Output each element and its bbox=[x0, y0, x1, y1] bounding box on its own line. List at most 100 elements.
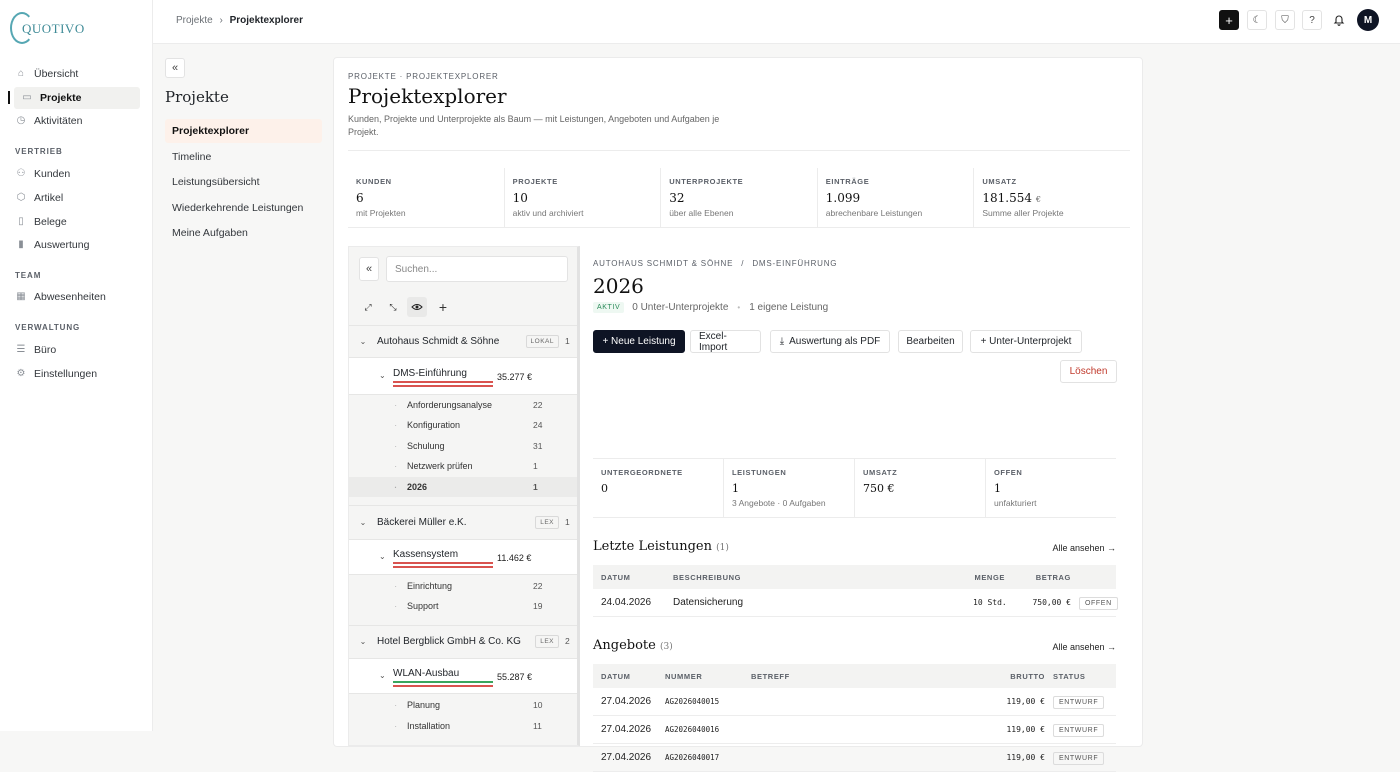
eye-icon bbox=[411, 304, 423, 310]
chevron-down-icon[interactable]: ⌄ bbox=[379, 552, 386, 561]
table-header: DATUM NUMMER BETREFF BRUTTO STATUS bbox=[593, 664, 1116, 688]
source-badge: LOKAL bbox=[525, 334, 559, 348]
chevron-down-icon[interactable]: ⌄ bbox=[349, 337, 377, 346]
chevron-down-icon[interactable]: ⌄ bbox=[379, 671, 386, 680]
tree-project-row[interactable]: ⌄ Kassensystem 11.462 € bbox=[349, 542, 577, 572]
tree-subproject-row[interactable]: · Anforderungsanalyse 22 bbox=[349, 395, 577, 415]
nav-item-auswertung[interactable]: ▮ Auswertung bbox=[8, 234, 140, 256]
download-icon: ⤓ bbox=[779, 336, 785, 347]
breadcrumb-separator: › bbox=[219, 15, 223, 26]
file-icon: ▯ bbox=[18, 216, 24, 227]
help-circle-icon: ? bbox=[1309, 14, 1315, 26]
tree-search-input[interactable] bbox=[386, 256, 568, 282]
status-badge: ENTWURF bbox=[1053, 752, 1105, 765]
nav-item-belege[interactable]: ▯ Belege bbox=[8, 211, 140, 233]
nav-item-uebersicht[interactable]: ⌂ Übersicht bbox=[8, 63, 140, 85]
tree-subproject-row[interactable]: · Schulung 31 bbox=[349, 436, 577, 456]
collapse-tree-button[interactable]: « bbox=[359, 257, 379, 281]
subnav-item-wiederkehrende[interactable]: Wiederkehrende Leistungen bbox=[165, 196, 322, 220]
budget-bar bbox=[393, 381, 493, 383]
status-badge: AKTIV bbox=[593, 302, 625, 313]
status-badge: OFFEN bbox=[1079, 597, 1118, 610]
budget-bar bbox=[393, 562, 493, 564]
table-row[interactable]: 27.04.2026 AG2026040016 119,00 € ENTWURF bbox=[593, 716, 1116, 744]
add-node-button[interactable]: + bbox=[433, 297, 453, 317]
detail-meta: AKTIV 0 Unter-Unterprojekte • 1 eigene L… bbox=[593, 302, 828, 313]
tree-subproject-row[interactable]: · Installation 11 bbox=[349, 716, 577, 736]
plus-icon: + bbox=[1225, 12, 1233, 28]
moon-icon: ☾ bbox=[1252, 14, 1262, 26]
nav-item-abwesenheiten[interactable]: ▦ Abwesenheiten bbox=[8, 286, 140, 308]
subnav-item-meine-aufgaben[interactable]: Meine Aufgaben bbox=[165, 221, 322, 245]
section-title-leistungen: Letzte Leistungen (1) bbox=[593, 539, 729, 554]
chevrons-left-icon: « bbox=[171, 62, 179, 74]
table-row[interactable]: 24.04.2026 Datensicherung 10 Std. 750,00… bbox=[593, 589, 1118, 617]
add-subsubproject-button[interactable]: + Unter-Unterprojekt bbox=[970, 330, 1082, 353]
security-button[interactable]: ⛉ bbox=[1275, 10, 1295, 30]
source-badge: LEX bbox=[535, 634, 559, 648]
expand-icon: ⤢ bbox=[364, 301, 372, 312]
new-leistung-button[interactable]: + Neue Leistung bbox=[593, 330, 685, 353]
user-avatar[interactable]: M bbox=[1357, 9, 1379, 31]
pdf-report-button[interactable]: ⤓ Auswertung als PDF bbox=[770, 330, 890, 353]
breadcrumb: Projekte › Projektexplorer bbox=[176, 15, 303, 26]
nav-item-aktivitaeten[interactable]: ◷ Aktivitäten bbox=[8, 110, 140, 132]
tree-customer-row[interactable]: ⌄ Hotel Bergblick GmbH & Co. KG LEX 2 bbox=[349, 628, 577, 654]
collapse-all-button[interactable]: ⤡ bbox=[383, 297, 403, 317]
help-button[interactable]: ? bbox=[1302, 10, 1322, 30]
theme-toggle-button[interactable]: ☾ bbox=[1247, 10, 1267, 30]
tree-subproject-row[interactable]: · Konfiguration 24 bbox=[349, 415, 577, 435]
stat-projekte: PROJEKTE 10 aktiv und archiviert bbox=[505, 168, 662, 227]
stat-umsatz: UMSATZ 181.554 € Summe aller Projekte bbox=[982, 177, 1064, 218]
subnav-item-timeline[interactable]: Timeline bbox=[165, 145, 322, 169]
chevron-down-icon[interactable]: ⌄ bbox=[349, 518, 377, 527]
table-header: DATUM BESCHREIBUNG MENGE BETRAG bbox=[593, 565, 1116, 589]
tree-project-box: ⌄ Kassensystem 11.462 € bbox=[349, 539, 577, 575]
subnav-item-leistungsuebersicht[interactable]: Leistungsübersicht bbox=[165, 170, 322, 194]
subnav-item-projektexplorer[interactable]: Projektexplorer bbox=[165, 119, 322, 143]
edit-button[interactable]: Bearbeiten bbox=[898, 330, 963, 353]
table-row[interactable]: 27.04.2026 AG2026040017 119,00 € ENTWURF bbox=[593, 744, 1116, 772]
excel-import-button[interactable]: Excel-Import bbox=[690, 330, 761, 353]
table-row[interactable]: 27.04.2026 AG2026040015 119,00 € ENTWURF bbox=[593, 688, 1116, 716]
tree-subproject-row[interactable]: · Netzwerk prüfen 1 bbox=[349, 456, 577, 476]
delete-button[interactable]: Löschen bbox=[1060, 360, 1117, 383]
nav-item-projekte[interactable]: ▭ Projekte bbox=[14, 87, 140, 109]
nav-item-buero[interactable]: ☰ Büro bbox=[8, 339, 140, 361]
status-badge: ENTWURF bbox=[1053, 696, 1105, 709]
tree-customer-row[interactable]: ⌄ Autohaus Schmidt & Söhne LOKAL 1 bbox=[349, 328, 577, 354]
progress-bar bbox=[393, 685, 493, 687]
tree-subproject-row[interactable]: · Planung 10 bbox=[349, 695, 577, 715]
chevron-down-icon[interactable]: ⌄ bbox=[349, 637, 377, 646]
tree-subproject-row-selected[interactable]: · 2026 1 bbox=[349, 477, 577, 497]
tree-subproject-row[interactable]: · Einrichtung 22 bbox=[349, 576, 577, 596]
page-kicker: PROJEKTE · PROJEKTEXPLORER bbox=[348, 72, 499, 81]
chevrons-left-icon: « bbox=[365, 263, 373, 275]
expand-all-button[interactable]: ⤢ bbox=[358, 297, 378, 317]
see-all-leistungen-link[interactable]: Alle ansehen → bbox=[1052, 543, 1116, 553]
nav-item-einstellungen[interactable]: ⚙ Einstellungen bbox=[8, 363, 140, 385]
nav-item-artikel[interactable]: ⬡ Artikel bbox=[8, 187, 140, 209]
tree-customer-row[interactable]: ⌄ Bäckerei Müller e.K. LEX 1 bbox=[349, 509, 577, 535]
breadcrumb-parent[interactable]: Projekte bbox=[176, 15, 213, 26]
project-tree: « ⤢ ⤡ + ⌄ Autohaus Schmidt & Söhne LOKAL… bbox=[348, 246, 580, 746]
quick-add-button[interactable]: + bbox=[1219, 10, 1239, 30]
chevron-down-icon[interactable]: ⌄ bbox=[379, 371, 386, 380]
bell-icon bbox=[1333, 15, 1345, 26]
nav-item-kunden[interactable]: ⚇ Kunden bbox=[8, 163, 140, 185]
tree-project-row[interactable]: ⌄ DMS-Einführung 35.277 € bbox=[349, 361, 577, 391]
page-description: Kunden, Projekte und Unterprojekte als B… bbox=[348, 114, 720, 137]
logo-text: QUOTIVO bbox=[22, 21, 85, 36]
notifications-button[interactable] bbox=[1329, 10, 1349, 30]
toggle-visibility-button[interactable] bbox=[407, 297, 427, 317]
quotivo-logo[interactable]: QUOTIVO bbox=[10, 12, 84, 46]
tree-subproject-row[interactable]: · Support 19 bbox=[349, 596, 577, 616]
home-icon: ⌂ bbox=[17, 68, 25, 79]
collapse-subnav-button[interactable]: « bbox=[165, 58, 185, 78]
stat-untergeordnete: UNTERGEORDNETE 0 bbox=[593, 459, 724, 517]
tree-project-row[interactable]: ⌄ WLAN-Ausbau 55.287 € bbox=[349, 661, 577, 691]
detail-title: 2026 bbox=[593, 274, 644, 298]
shield-icon: ⛉ bbox=[1281, 14, 1289, 26]
see-all-angebote-link[interactable]: Alle ansehen → bbox=[1052, 642, 1116, 652]
progress-bar bbox=[393, 566, 493, 568]
